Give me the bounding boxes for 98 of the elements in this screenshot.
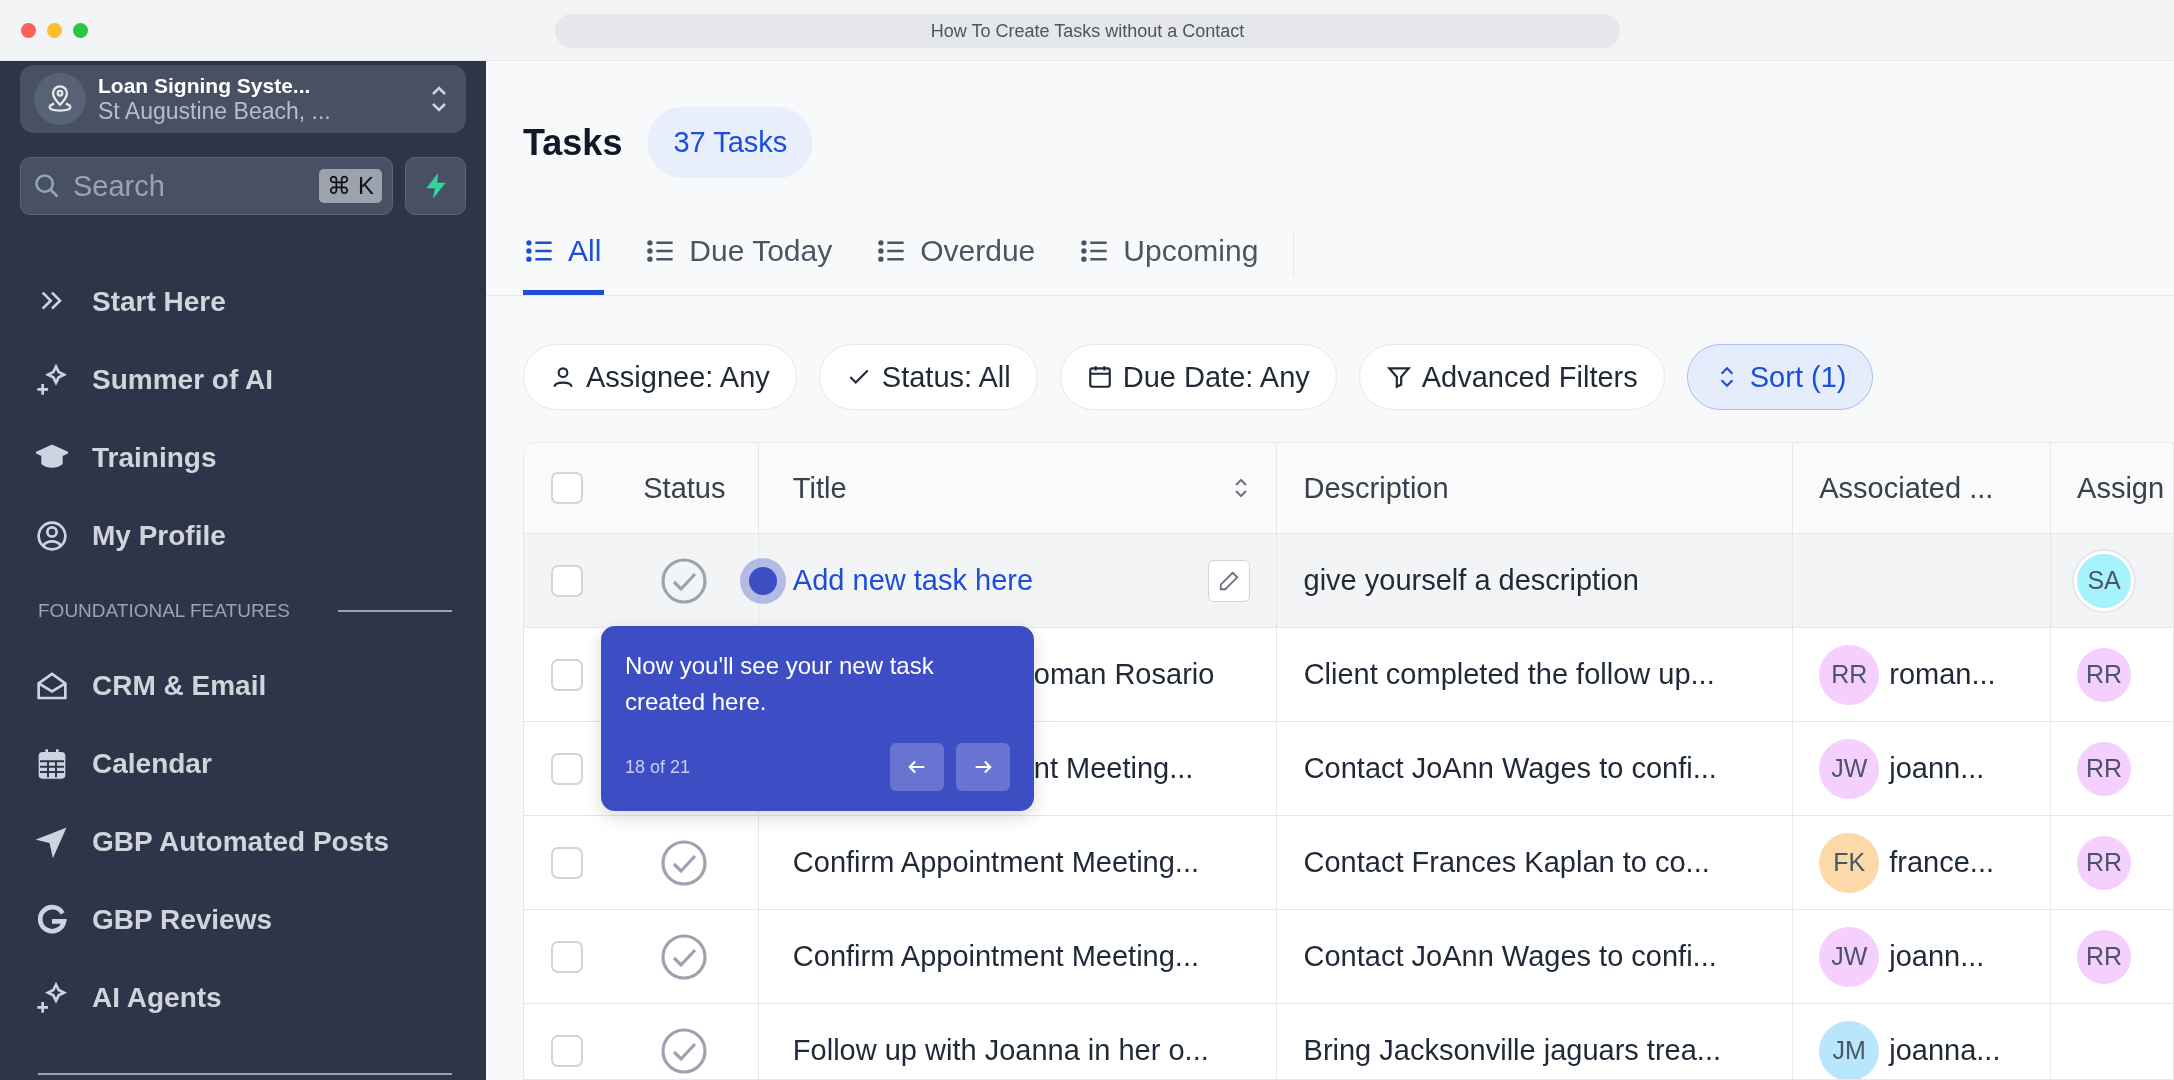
sidebar-item[interactable]: GBP Reviews [20, 881, 466, 959]
tab[interactable]: Overdue [875, 214, 1039, 295]
location-switcher[interactable]: Loan Signing Syste... St Augustine Beach, ... [20, 65, 466, 133]
search-icon [33, 172, 61, 200]
list-icon [526, 239, 554, 263]
check-circle-icon[interactable] [660, 556, 709, 605]
contact-name[interactable]: france... [1889, 846, 1994, 879]
page-title: Tasks [523, 121, 623, 164]
sidebar-item[interactable]: Start Here [20, 263, 466, 341]
shortcut-hint: ⌘ K [319, 169, 382, 203]
task-description: Contact JoAnn Wages to confi... [1303, 752, 1717, 785]
contact-name[interactable]: joanna... [1889, 1034, 2001, 1067]
user-icon [550, 364, 576, 390]
tooltip-text: Now you'll see your new task created here. [625, 651, 935, 717]
list-icon [1081, 239, 1110, 263]
next-button[interactable] [956, 743, 1010, 791]
column-header[interactable]: Title [792, 471, 847, 505]
calendar-icon [36, 748, 68, 780]
filter-button[interactable]: Sort (1) [1686, 344, 1874, 410]
task-title-link[interactable]: Add new task here [792, 564, 1034, 597]
sidebar-item[interactable]: GBP Automated Posts [20, 803, 466, 881]
avatar: JM [1819, 1020, 1880, 1079]
tab[interactable]: All [523, 214, 605, 295]
expand-icon [430, 84, 448, 114]
close-window-button[interactable] [21, 22, 36, 38]
task-count-badge: 37 Tasks [648, 107, 813, 178]
avatar: RR [2077, 647, 2132, 702]
list-icon [878, 239, 907, 263]
sidebar-item[interactable]: AI Agents [20, 959, 466, 1037]
maximize-window-button[interactable] [73, 22, 88, 38]
column-header[interactable]: Description [1276, 443, 1794, 533]
location-pin-icon [34, 73, 86, 125]
location-name: Loan Signing Syste... [98, 73, 312, 98]
task-title: Confirm Appointment Meeting... [792, 846, 1200, 879]
previous-button[interactable] [890, 743, 944, 791]
row-checkbox[interactable] [551, 1034, 584, 1067]
select-all-checkbox[interactable] [551, 472, 584, 504]
task-description: Client completed the follow up... [1303, 658, 1715, 691]
column-header[interactable]: Status [610, 443, 759, 533]
filter-button[interactable]: Due Date: Any [1059, 344, 1337, 410]
row-checkbox[interactable] [551, 846, 584, 879]
task-title: oman Rosario [1033, 658, 1215, 691]
user-circle-icon [36, 520, 68, 552]
row-checkbox[interactable] [551, 940, 584, 973]
calendar-icon [1086, 364, 1113, 390]
avatar: RR [2077, 835, 2132, 890]
row-checkbox[interactable] [551, 658, 584, 691]
contact-name[interactable]: joann... [1889, 752, 1985, 785]
filter-button[interactable]: Assignee: Any [523, 344, 797, 410]
location-address: St Augustine Beach, ... [98, 97, 332, 125]
avatar: RR [2077, 741, 2132, 796]
edit-button[interactable] [1207, 559, 1250, 602]
section-heading: FOUNDATIONAL FEATURES [38, 600, 290, 622]
sparkle-icon [36, 982, 68, 1014]
filter-button[interactable]: Advanced Filters [1358, 344, 1665, 410]
avatar: JW [1819, 926, 1880, 987]
send-arrow-icon [36, 826, 68, 858]
funnel-icon [1385, 364, 1412, 390]
task-title: nt Meeting... [1033, 752, 1194, 785]
hotspot-marker [740, 558, 786, 604]
sidebar-item[interactable]: Summer of AI [20, 341, 466, 419]
letter-g-icon [36, 904, 68, 936]
tab[interactable]: Due Today [644, 214, 836, 295]
task-title: Confirm Appointment Meeting... [792, 940, 1200, 973]
contact-name[interactable]: roman... [1889, 658, 1996, 691]
list-icon [647, 239, 676, 263]
sidebar-item[interactable]: CRM & Email [20, 647, 466, 725]
check-circle-icon[interactable] [660, 932, 709, 981]
avatar: RR [1819, 644, 1880, 705]
task-description: give yourself a description [1303, 564, 1639, 597]
quick-action-button[interactable] [405, 157, 466, 215]
check-circle-icon[interactable] [660, 1026, 709, 1075]
sidebar-item[interactable]: My Profile [20, 497, 466, 575]
sidebar-item[interactable]: Calendar [20, 725, 466, 803]
avatar: JW [1819, 738, 1880, 799]
avatar: RR [2077, 929, 2132, 984]
step-counter: 18 of 21 [625, 756, 691, 778]
pencil-icon [1217, 569, 1240, 592]
window-title: How To Create Tasks without a Contact [555, 14, 1620, 48]
tab[interactable]: Upcoming [1078, 214, 1262, 295]
task-description: Contact Frances Kaplan to co... [1303, 846, 1710, 879]
filter-button[interactable]: Status: All [818, 344, 1038, 410]
check-circle-icon[interactable] [660, 838, 709, 887]
task-description: Contact JoAnn Wages to confi... [1303, 940, 1717, 973]
task-title: Follow up with Joanna in her o... [792, 1034, 1209, 1067]
column-header[interactable]: Assign [2051, 443, 2173, 533]
contact-name[interactable]: joann... [1889, 940, 1985, 973]
avatar: FK [1819, 832, 1880, 893]
row-checkbox[interactable] [551, 752, 584, 785]
sparkle-icon [36, 364, 68, 396]
column-header[interactable]: Associated ... [1793, 443, 2052, 533]
search-input[interactable]: Search [71, 168, 310, 204]
envelope-icon [36, 670, 68, 702]
task-description: Bring Jacksonville jaguars trea... [1303, 1034, 1722, 1067]
sidebar-item[interactable]: Trainings [20, 419, 466, 497]
row-checkbox[interactable] [551, 564, 584, 597]
search-field[interactable]: Search ⌘ K [20, 157, 393, 215]
minimize-window-button[interactable] [47, 22, 62, 38]
